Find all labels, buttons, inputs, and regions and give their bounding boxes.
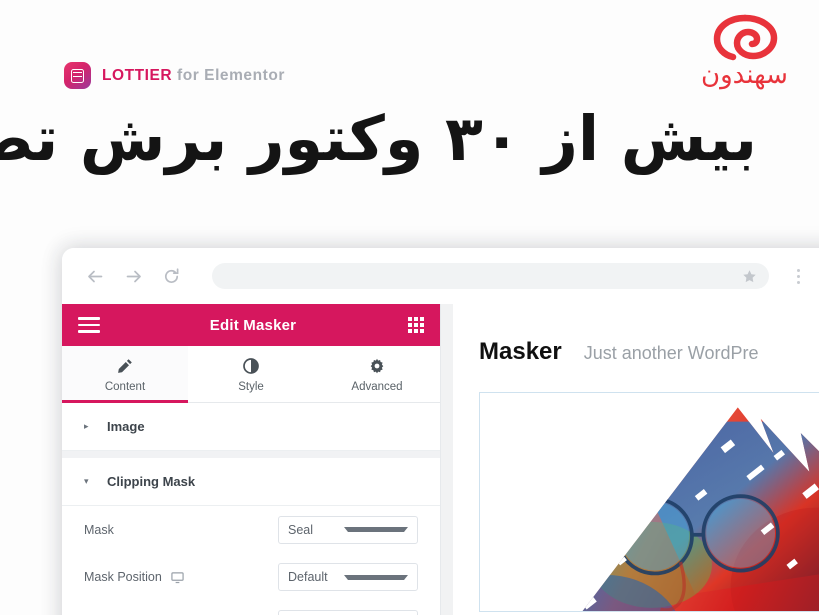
- chevron-right-icon: ▸: [84, 421, 89, 432]
- tab-label: Style: [238, 381, 264, 393]
- panel-tabs: Content Style Advanced: [62, 346, 440, 403]
- reload-icon[interactable]: [160, 265, 182, 287]
- elementor-panel: Edit Masker Content Style Advanced ▸ Ima…: [62, 304, 441, 615]
- kebab-menu-icon[interactable]: [789, 264, 807, 288]
- field-mask: Mask Seal: [62, 506, 440, 553]
- promo-page: LOTTIER for Elementor سهندون بیش از ۳۰ و…: [0, 0, 819, 615]
- lottier-brand: LOTTIER for Elementor: [64, 62, 285, 89]
- red-spiral-logo-icon: [713, 14, 777, 61]
- brand-text: LOTTIER for Elementor: [102, 67, 285, 85]
- masked-portrait-artwork: [480, 393, 819, 611]
- field-label: Mask Position: [84, 570, 162, 585]
- brand-name: LOTTIER: [102, 66, 173, 84]
- chevron-down-icon: [344, 574, 408, 580]
- masked-artwork-frame: [479, 392, 819, 612]
- site-header: Masker Just another WordPre: [453, 304, 819, 366]
- tab-label: Advanced: [351, 381, 403, 393]
- tab-label: Content: [104, 381, 146, 393]
- site-preview: Masker Just another WordPre: [453, 304, 819, 615]
- section-title: Image: [107, 419, 145, 435]
- mask-repeat-select[interactable]: No-repeat: [278, 610, 418, 615]
- sahandoon-logo: سهندون: [692, 14, 797, 92]
- mask-position-value: Default: [288, 570, 328, 585]
- arrow-right-icon[interactable]: [122, 265, 144, 287]
- field-mask-position: Mask Position Default: [62, 554, 440, 601]
- chevron-down-icon: [344, 527, 408, 533]
- tab-style[interactable]: Style: [188, 346, 314, 402]
- chevron-down-icon: ▾: [84, 476, 89, 487]
- panel-title: Edit Masker: [209, 316, 297, 334]
- site-title: Masker: [479, 338, 562, 365]
- browser-mockup: Edit Masker Content Style Advanced ▸ Ima…: [62, 248, 819, 615]
- site-tagline: Just another WordPre: [583, 343, 759, 363]
- field-mask-repeat: Mask Repeat No-repeat: [62, 601, 440, 615]
- mask-select-value: Seal: [288, 522, 314, 537]
- tab-content[interactable]: Content: [62, 346, 188, 403]
- address-bar[interactable]: [212, 263, 769, 289]
- section-clipping-mask[interactable]: ▾ Clipping Mask: [62, 458, 440, 507]
- browser-content: Edit Masker Content Style Advanced ▸ Ima…: [62, 304, 819, 615]
- brand-suffix: for Elementor: [177, 66, 285, 84]
- grid-apps-icon[interactable]: [406, 317, 424, 333]
- logo-wordmark: سهندون: [701, 60, 788, 90]
- mask-position-select[interactable]: Default: [278, 563, 418, 592]
- panel-header: Edit Masker: [62, 304, 440, 346]
- arrow-left-icon[interactable]: [84, 265, 106, 287]
- page-headline: بیش از ۳۰ وکتور برش تصویر: [0, 102, 757, 175]
- gear-icon: [369, 357, 385, 374]
- hamburger-icon[interactable]: [78, 317, 100, 333]
- section-divider: [62, 451, 440, 458]
- monitor-icon[interactable]: [171, 571, 184, 584]
- pencil-icon: [117, 357, 133, 374]
- contrast-icon: [243, 357, 259, 374]
- section-image[interactable]: ▸ Image: [62, 403, 440, 452]
- lottier-app-icon: [64, 62, 91, 89]
- section-title: Clipping Mask: [107, 474, 196, 490]
- star-icon[interactable]: [742, 269, 757, 284]
- field-label: Mask: [84, 522, 114, 537]
- tab-advanced[interactable]: Advanced: [314, 346, 440, 402]
- browser-toolbar: [62, 248, 819, 304]
- mask-select[interactable]: Seal: [278, 515, 418, 544]
